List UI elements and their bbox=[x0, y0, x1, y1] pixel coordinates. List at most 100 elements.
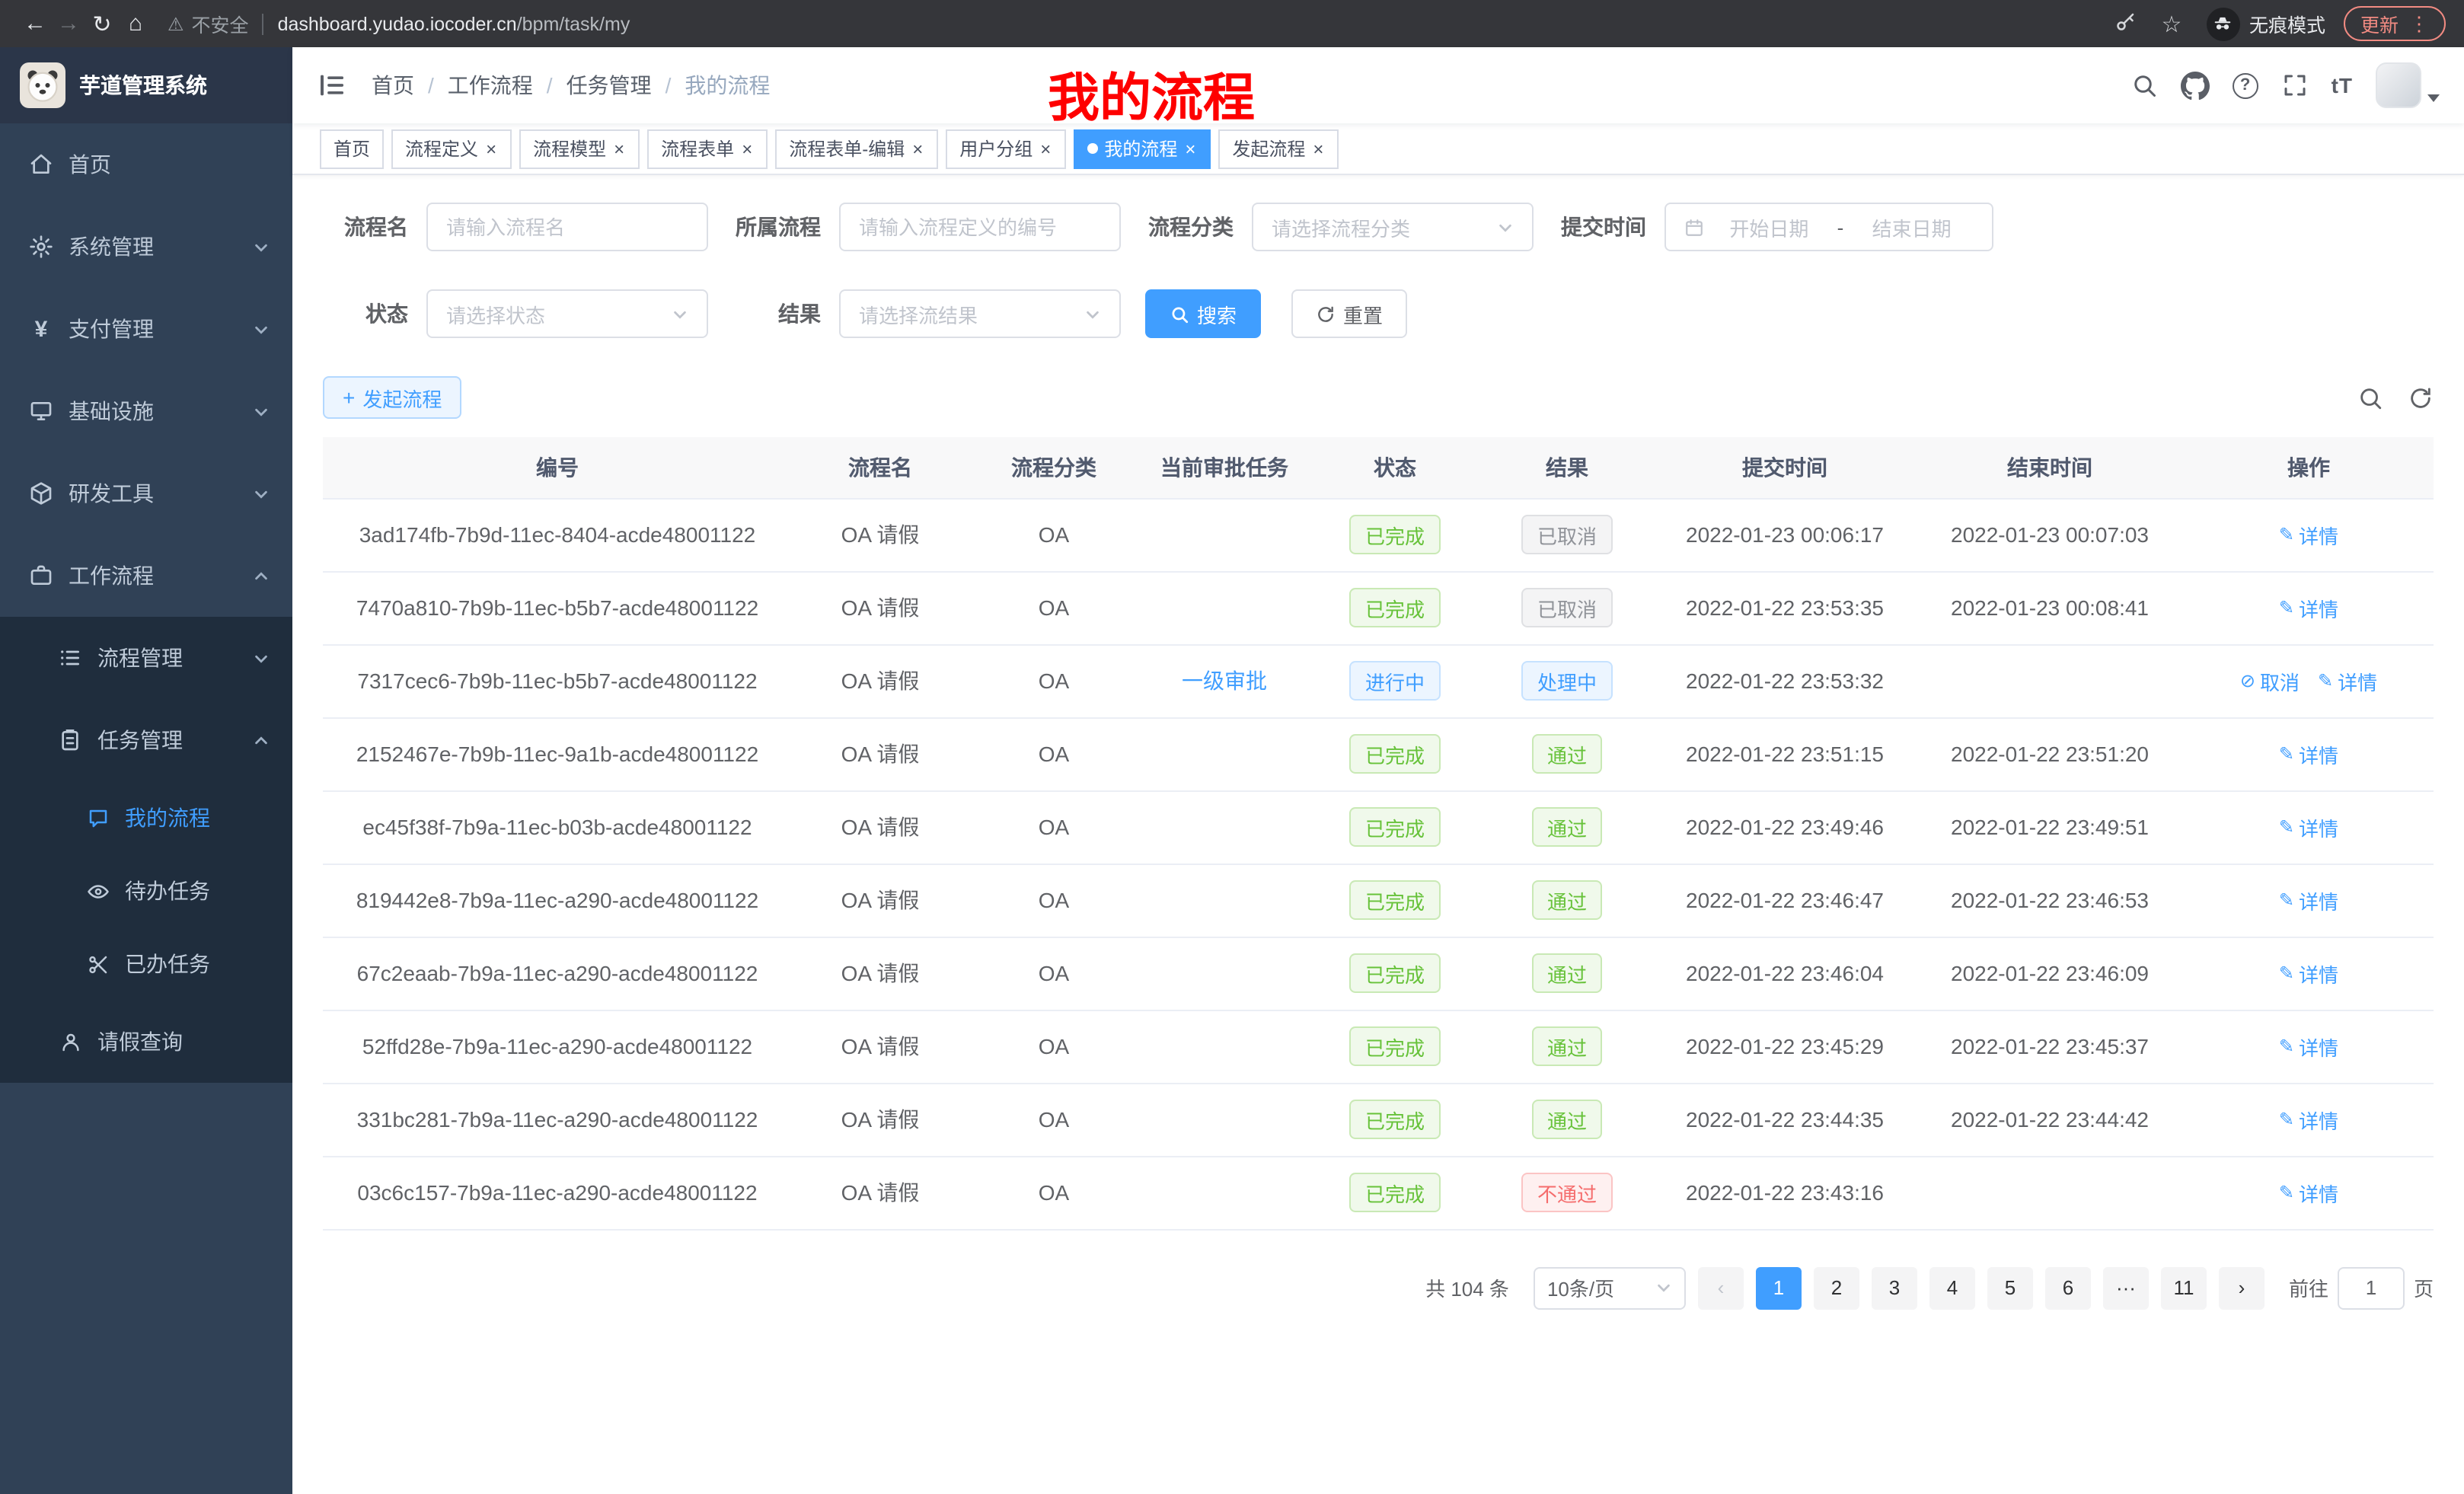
tab-label: 流程表单 bbox=[661, 136, 734, 161]
sidebar-item-label: 我的流程 bbox=[125, 803, 210, 833]
password-key-icon[interactable] bbox=[2114, 10, 2137, 37]
page-number[interactable]: 3 bbox=[1872, 1266, 1917, 1309]
sidebar-toggle-icon[interactable] bbox=[317, 70, 347, 101]
result-badge: 已取消 bbox=[1522, 588, 1612, 627]
process-definition-input[interactable] bbox=[839, 203, 1121, 251]
incognito-label: 无痕模式 bbox=[2249, 9, 2325, 38]
close-icon[interactable]: × bbox=[612, 138, 626, 159]
help-icon[interactable]: ? bbox=[2233, 72, 2258, 98]
tab-my-process[interactable]: 我的流程 × bbox=[1074, 129, 1211, 168]
status-select[interactable]: 请选择状态 bbox=[426, 289, 708, 338]
logo-image bbox=[20, 62, 65, 108]
list-icon bbox=[58, 646, 82, 670]
close-icon[interactable]: × bbox=[1039, 138, 1052, 159]
detail-link[interactable]: ✎详情 bbox=[2279, 812, 2338, 841]
reset-button[interactable]: 重置 bbox=[1291, 289, 1407, 338]
close-icon[interactable]: × bbox=[1183, 138, 1197, 159]
goto-suffix: 页 bbox=[2414, 1273, 2434, 1302]
page-number[interactable]: 1 bbox=[1756, 1266, 1802, 1309]
close-icon[interactable]: × bbox=[484, 138, 498, 159]
page-number[interactable]: 6 bbox=[2045, 1266, 2091, 1309]
breadcrumb-item[interactable]: 任务管理 bbox=[567, 70, 652, 101]
tab-process-definition[interactable]: 流程定义 × bbox=[391, 129, 512, 168]
tab-process-model[interactable]: 流程模型 × bbox=[519, 129, 640, 168]
sidebar-item-workflow[interactable]: 工作流程 bbox=[0, 535, 292, 617]
result-badge: 通过 bbox=[1532, 734, 1602, 774]
sidebar-item-task-mgmt[interactable]: 任务管理 bbox=[0, 699, 292, 781]
close-icon[interactable]: × bbox=[1311, 138, 1325, 159]
process-category-select[interactable]: 请选择流程分类 bbox=[1252, 203, 1534, 251]
search-icon[interactable] bbox=[2130, 72, 2158, 99]
prev-page-button[interactable]: ‹ bbox=[1698, 1266, 1744, 1309]
tab-user-group[interactable]: 用户分组 × bbox=[946, 129, 1066, 168]
detail-link[interactable]: ✎详情 bbox=[2279, 520, 2338, 549]
page-number[interactable]: 2 bbox=[1814, 1266, 1859, 1309]
detail-link[interactable]: ✎详情 bbox=[2279, 959, 2338, 988]
start-process-button[interactable]: + 发起流程 bbox=[323, 376, 461, 419]
next-page-button[interactable]: › bbox=[2219, 1266, 2265, 1309]
sidebar-item-infra[interactable]: 基础设施 bbox=[0, 370, 292, 452]
cell-submit-time: 2022-01-23 00:06:17 bbox=[1654, 498, 1916, 571]
browser-menu-icon[interactable]: ⋮ bbox=[2409, 11, 2429, 36]
hide-search-icon[interactable] bbox=[2357, 385, 2383, 410]
cell-submit-time: 2022-01-22 23:44:35 bbox=[1654, 1083, 1916, 1156]
cancel-link[interactable]: ⊘取消 bbox=[2240, 666, 2300, 695]
edit-icon: ✎ bbox=[2279, 743, 2294, 765]
sidebar-item-devtools[interactable]: 研发工具 bbox=[0, 452, 292, 535]
sidebar-item-label: 任务管理 bbox=[97, 725, 183, 755]
close-icon[interactable]: × bbox=[911, 138, 924, 159]
sidebar-item-payment[interactable]: ¥ 支付管理 bbox=[0, 288, 292, 370]
font-size-icon[interactable]: tT bbox=[2332, 73, 2353, 97]
close-icon[interactable]: × bbox=[740, 138, 754, 159]
detail-link[interactable]: ✎详情 bbox=[2279, 739, 2338, 768]
tab-home[interactable]: 首页 bbox=[320, 129, 384, 168]
user-menu[interactable] bbox=[2376, 62, 2440, 108]
current-task-link[interactable]: 一级审批 bbox=[1182, 666, 1267, 696]
sidebar-item-done-tasks[interactable]: 已办任务 bbox=[0, 927, 292, 1001]
sidebar-item-leave-query[interactable]: 请假查询 bbox=[0, 1001, 292, 1083]
refresh-table-icon[interactable] bbox=[2408, 385, 2434, 410]
back-icon[interactable]: ← bbox=[18, 11, 52, 37]
sidebar-item-process-mgmt[interactable]: 流程管理 bbox=[0, 617, 292, 699]
page-number[interactable]: 5 bbox=[1987, 1266, 2033, 1309]
tab-process-form[interactable]: 流程表单 × bbox=[647, 129, 768, 168]
sidebar-item-system[interactable]: 系统管理 bbox=[0, 206, 292, 288]
page-number[interactable]: 4 bbox=[1929, 1266, 1975, 1309]
refresh-icon[interactable]: ↻ bbox=[85, 10, 119, 37]
home-icon[interactable]: ⌂ bbox=[119, 11, 152, 37]
breadcrumb-item[interactable]: 工作流程 bbox=[448, 70, 533, 101]
page-size-select[interactable]: 10条/页 bbox=[1534, 1266, 1686, 1309]
page-number[interactable]: 11 bbox=[2161, 1266, 2207, 1309]
search-button[interactable]: 搜索 bbox=[1145, 289, 1261, 338]
address-bar[interactable]: ⚠ 不安全 dashboard.yudao.iocoder.cn /bpm/ta… bbox=[168, 9, 2114, 38]
page-size-value: 10条/页 bbox=[1547, 1273, 1614, 1302]
submit-time-range-picker[interactable]: 开始日期 - 结束日期 bbox=[1664, 203, 1993, 251]
detail-link[interactable]: ✎详情 bbox=[2279, 886, 2338, 915]
detail-link[interactable]: ✎详情 bbox=[2318, 666, 2377, 695]
update-button[interactable]: 更新 ⋮ bbox=[2344, 6, 2446, 41]
result-select[interactable]: 请选择流结果 bbox=[839, 289, 1121, 338]
breadcrumb-item[interactable]: 首页 bbox=[372, 70, 414, 101]
more-pages-button[interactable]: ··· bbox=[2103, 1266, 2149, 1309]
bookmark-star-icon[interactable]: ☆ bbox=[2155, 10, 2188, 37]
detail-link[interactable]: ✎详情 bbox=[2279, 1178, 2338, 1207]
detail-link[interactable]: ✎详情 bbox=[2279, 1105, 2338, 1134]
tab-start-process[interactable]: 发起流程 × bbox=[1218, 129, 1339, 168]
process-name-input-field[interactable] bbox=[446, 215, 688, 238]
process-name-input[interactable] bbox=[426, 203, 708, 251]
fullscreen-icon[interactable] bbox=[2281, 72, 2309, 99]
github-icon[interactable] bbox=[2181, 71, 2210, 100]
sidebar-item-my-process[interactable]: 我的流程 bbox=[0, 781, 292, 854]
pagination-total: 共 104 条 bbox=[1425, 1273, 1509, 1302]
process-definition-input-field[interactable] bbox=[859, 215, 1101, 238]
detail-link[interactable]: ✎详情 bbox=[2279, 1032, 2338, 1061]
cell-submit-time: 2022-01-22 23:43:16 bbox=[1654, 1156, 1916, 1229]
detail-link[interactable]: ✎详情 bbox=[2279, 593, 2338, 622]
goto-page-input[interactable] bbox=[2338, 1266, 2405, 1309]
sidebar-item-home[interactable]: 首页 bbox=[0, 123, 292, 206]
table-toolbar: + 发起流程 bbox=[323, 376, 2434, 419]
filter-result: 结果 请选择流结果 bbox=[732, 289, 1121, 338]
forward-icon[interactable]: → bbox=[52, 11, 85, 37]
tab-process-form-edit[interactable]: 流程表单-编辑 × bbox=[775, 129, 938, 168]
sidebar-item-todo-tasks[interactable]: 待办任务 bbox=[0, 854, 292, 927]
